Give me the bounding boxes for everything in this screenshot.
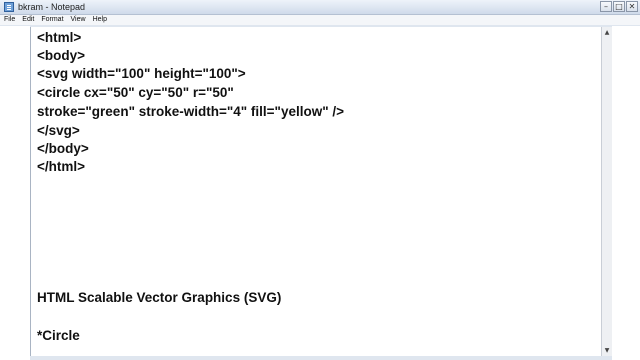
notepad-icon	[4, 2, 14, 12]
menu-edit[interactable]: Edit	[22, 15, 34, 25]
minimize-icon: –	[604, 2, 608, 11]
code-line-5: stroke="green" stroke-width="4" fill="ye…	[37, 104, 344, 119]
code-line-3: <svg width="100" height="100">	[37, 66, 246, 81]
code-line-4: <circle cx="50" cy="50" r="50"	[37, 85, 234, 100]
right-margin	[612, 26, 640, 360]
code-line-1: <html>	[37, 30, 82, 45]
code-line-7: </body>	[37, 141, 89, 156]
menu-view[interactable]: View	[71, 15, 86, 25]
scroll-down-icon[interactable]: ▼	[602, 345, 612, 356]
scroll-up-icon[interactable]: ▲	[602, 27, 612, 38]
menu-file[interactable]: File	[4, 15, 15, 25]
maximize-icon: □	[615, 2, 623, 11]
lesson-topic: *Circle	[37, 328, 80, 343]
code-line-2: <body>	[37, 48, 86, 63]
window-title: bkram - Notepad	[18, 2, 86, 12]
menu-bar: File Edit Format View Help	[0, 15, 640, 25]
text-editor[interactable]: <html> <body> <svg width="100" height="1…	[30, 27, 602, 356]
minimize-button[interactable]: –	[600, 1, 612, 12]
close-icon: ✕	[628, 2, 636, 11]
title-bar[interactable]: bkram - Notepad – □ ✕	[0, 0, 640, 15]
lesson-heading: HTML Scalable Vector Graphics (SVG)	[37, 290, 282, 305]
code-line-6: </svg>	[37, 123, 80, 138]
notepad-window: bkram - Notepad – □ ✕ File Edit Format V…	[0, 0, 640, 360]
code-line-8: </html>	[37, 159, 86, 174]
menu-help[interactable]: Help	[93, 15, 107, 25]
menu-format[interactable]: Format	[41, 15, 63, 25]
vertical-scrollbar[interactable]: ▲ ▼	[601, 27, 612, 356]
close-button[interactable]: ✕	[626, 1, 638, 12]
window-controls: – □ ✕	[600, 1, 638, 12]
maximize-button[interactable]: □	[613, 1, 625, 12]
left-margin	[0, 26, 30, 360]
